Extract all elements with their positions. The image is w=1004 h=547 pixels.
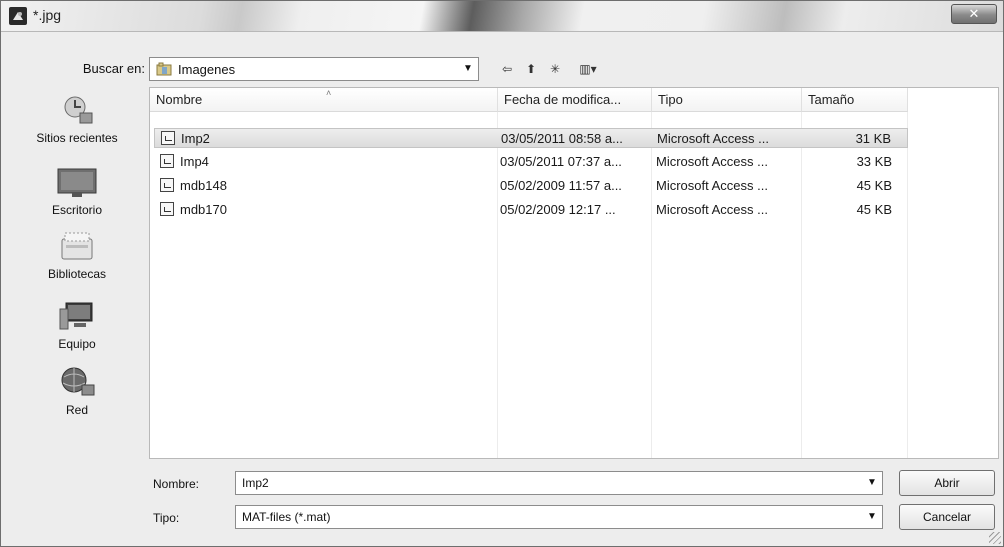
column-header-label: Nombre	[156, 92, 203, 107]
file-name-field[interactable]: Imp2 ▼	[235, 471, 883, 495]
file-size: 31 KB	[855, 131, 891, 146]
file-size: 33 KB	[856, 154, 892, 169]
back-button[interactable]: ⇦	[497, 59, 517, 79]
libraries-icon	[56, 229, 98, 263]
file-name: Imp4	[180, 154, 209, 169]
file-date: 03/05/2011 07:37 a...	[500, 154, 622, 169]
desktop-icon	[56, 165, 98, 199]
computer-icon	[56, 299, 98, 333]
file-type: Microsoft Access ...	[656, 202, 768, 217]
folder-icon	[156, 62, 172, 76]
chevron-down-icon[interactable]: ▼	[864, 474, 880, 492]
column-header-name[interactable]: Nombre ˄	[150, 88, 498, 112]
sort-arrow-icon: ˄	[326, 88, 332, 98]
file-type: Microsoft Access ...	[656, 178, 768, 193]
file-name-value: Imp2	[242, 476, 269, 490]
places-bar: Sitios recientes Escritorio Bibliotecas …	[17, 89, 137, 449]
look-in-combobox[interactable]: Imagenes ▼	[149, 57, 479, 81]
recent-places-icon	[56, 93, 98, 127]
table-row[interactable]: mdb148 05/02/2009 11:57 a... Microsoft A…	[154, 176, 908, 196]
access-file-icon	[160, 202, 174, 216]
file-size: 45 KB	[856, 202, 892, 217]
column-header-label: Tipo	[658, 92, 683, 107]
place-label: Sitios recientes	[36, 131, 118, 145]
close-button[interactable]: ✕	[951, 4, 997, 24]
table-row[interactable]: mdb170 05/02/2009 12:17 ... Microsoft Ac…	[154, 200, 908, 220]
file-type-select[interactable]: MAT-files (*.mat) ▼	[235, 505, 883, 529]
table-row[interactable]: Imp4 03/05/2011 07:37 a... Microsoft Acc…	[154, 152, 908, 172]
file-name: mdb170	[180, 202, 227, 217]
app-icon	[9, 7, 27, 25]
place-network[interactable]: Red	[17, 365, 137, 417]
open-file-dialog: *.jpg ✕ Buscar en: Imagenes ▼ ⇦ ⬆ ✳ ▥▾ S…	[0, 0, 1004, 547]
column-header-type[interactable]: Tipo	[652, 88, 802, 112]
place-label: Equipo	[58, 337, 96, 351]
look-in-value: Imagenes	[178, 62, 236, 77]
file-size: 45 KB	[856, 178, 892, 193]
column-header-label: Tamaño	[808, 92, 855, 107]
look-in-label: Buscar en:	[82, 61, 145, 76]
resize-grip[interactable]	[989, 532, 1001, 544]
place-libraries[interactable]: Bibliotecas	[17, 229, 137, 281]
up-folder-button[interactable]: ⬆	[521, 59, 541, 79]
place-recent[interactable]: Sitios recientes	[17, 93, 137, 145]
place-computer[interactable]: Equipo	[17, 299, 137, 351]
file-name: Imp2	[181, 131, 210, 146]
place-label: Red	[65, 403, 88, 417]
access-file-icon	[160, 154, 174, 168]
access-file-icon	[160, 178, 174, 192]
title-bar[interactable]: *.jpg ✕	[1, 1, 1003, 32]
file-list[interactable]: Nombre ˄ Fecha de modifica... Tipo Tamañ…	[149, 87, 999, 459]
column-header-size[interactable]: Tamaño	[802, 88, 908, 112]
file-type: Microsoft Access ...	[657, 131, 769, 146]
file-date: 05/02/2009 11:57 a...	[500, 178, 622, 193]
cancel-button[interactable]: Cancelar	[899, 504, 995, 530]
chevron-down-icon[interactable]: ▼	[864, 508, 880, 526]
file-date: 05/02/2009 12:17 ...	[500, 202, 616, 217]
file-type-value: MAT-files (*.mat)	[242, 510, 331, 524]
table-row[interactable]: Imp2 03/05/2011 08:58 a... Microsoft Acc…	[154, 128, 908, 148]
open-button[interactable]: Abrir	[899, 470, 995, 496]
view-menu-button[interactable]: ▥▾	[573, 59, 603, 79]
file-name-label: Nombre:	[153, 477, 200, 491]
file-type: Microsoft Access ...	[656, 154, 768, 169]
file-date: 03/05/2011 08:58 a...	[501, 131, 623, 146]
new-folder-button[interactable]: ✳	[545, 59, 565, 79]
place-desktop[interactable]: Escritorio	[17, 165, 137, 217]
access-file-icon	[161, 131, 175, 145]
chevron-down-icon[interactable]: ▼	[460, 60, 476, 78]
place-label: Escritorio	[51, 203, 102, 217]
network-icon	[56, 365, 98, 399]
window-title: *.jpg	[33, 7, 62, 23]
column-header-label: Fecha de modifica...	[504, 92, 622, 107]
place-label: Bibliotecas	[47, 267, 107, 281]
column-header-date[interactable]: Fecha de modifica...	[498, 88, 652, 112]
file-name: mdb148	[180, 178, 227, 193]
file-type-label: Tipo:	[153, 511, 180, 525]
